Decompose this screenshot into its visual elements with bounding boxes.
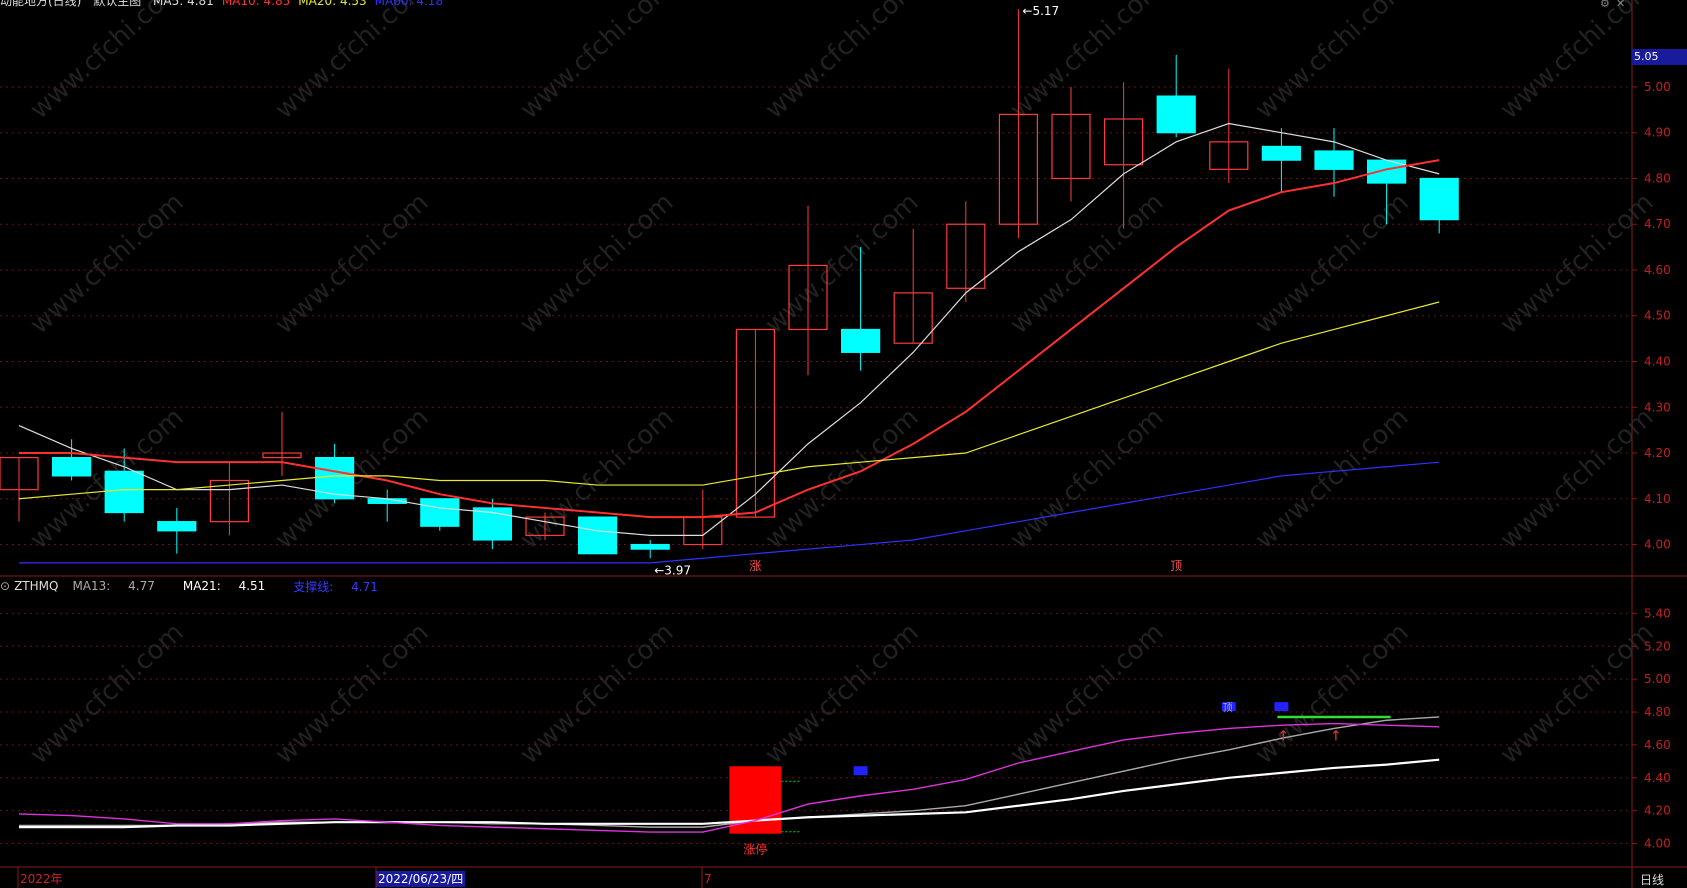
candle-body — [840, 328, 881, 353]
kline-chart[interactable]: 5.004.904.804.704.604.504.404.304.204.10… — [0, 0, 1687, 888]
watermark: www.cfchi.com — [25, 0, 190, 125]
candle-body — [630, 543, 670, 550]
ma-line-ma60 — [19, 461, 1440, 564]
candle-body — [577, 516, 618, 555]
watermark: www.cfchi.com — [1250, 617, 1415, 770]
ma21-legend: MA21: 4.51 — [183, 579, 279, 593]
watermark: www.cfchi.com — [760, 187, 925, 340]
candle-body — [104, 470, 144, 514]
time-axis-label: 7 — [704, 872, 712, 886]
stock-title: 动能地方(日线) — [0, 0, 82, 8]
sub-indicator-name[interactable]: ZTHMQ — [14, 579, 58, 593]
candle-body — [315, 457, 355, 500]
time-axis-label: 2022年 — [20, 872, 63, 886]
watermark: www.cfchi.com — [760, 402, 925, 555]
signal-marker: 顶 — [1170, 559, 1182, 573]
y-tick-label: 4.40 — [1644, 771, 1671, 785]
y-tick-label: 5.40 — [1644, 606, 1671, 620]
signal-block-label: 顶 — [1223, 702, 1233, 714]
watermark: www.cfchi.com — [1495, 187, 1660, 340]
ma21-label: MA21: — [182, 579, 221, 593]
y-tick-label: 4.40 — [1644, 355, 1671, 369]
candle-body — [1419, 177, 1459, 221]
y-tick-label: 4.00 — [1644, 837, 1671, 851]
y-tick-label: 4.90 — [1644, 126, 1671, 140]
price-annotation: ←3.97 — [654, 563, 691, 577]
y-tick-label: 4.20 — [1644, 446, 1671, 460]
period-label[interactable]: 日线 — [1640, 871, 1664, 888]
ma-line-ma5 — [18, 122, 1440, 536]
watermark: www.cfchi.com — [1250, 187, 1415, 340]
watermark: www.cfchi.com — [1250, 0, 1415, 125]
y-tick-label: 5.00 — [1644, 80, 1671, 94]
y-tick-label: 5.00 — [1644, 672, 1671, 686]
watermark: www.cfchi.com — [270, 0, 435, 125]
ma-legend-item: MA10: 4.85 — [221, 0, 291, 8]
watermark: www.cfchi.com — [1250, 402, 1415, 555]
current-price-tag: 5.05 — [1632, 49, 1687, 65]
watermark: www.cfchi.com — [270, 617, 435, 770]
y-tick-label: 4.50 — [1644, 309, 1671, 323]
sub-line-ma13 — [19, 716, 1440, 828]
candle-body — [420, 498, 460, 527]
bar-label: 涨停 — [743, 842, 767, 857]
sub-chart-header: ⊙ ZTHMQ MA13: 4.77 MA21: 4.51 支撑线: 4.71 — [0, 576, 406, 596]
watermark: www.cfchi.com — [515, 617, 680, 770]
ma-legend: MA5: 4.81 MA10: 4.85 MA20: 4.53 MA60: 4.18 — [153, 0, 451, 8]
watermark: www.cfchi.com — [760, 617, 925, 770]
ma-legend-item: MA5: 4.81 — [153, 0, 214, 8]
y-tick-label: 4.80 — [1644, 171, 1671, 185]
y-tick-label: 4.60 — [1644, 263, 1671, 277]
ma13-value: 4.77 — [128, 579, 155, 593]
time-axis-label: 2022/06/23/四 — [378, 872, 463, 886]
indicator-name[interactable]: 默认主图 — [93, 0, 141, 8]
watermark: www.cfchi.com — [25, 617, 190, 770]
y-tick-label: 4.10 — [1644, 492, 1671, 506]
signal-block — [853, 766, 868, 776]
ma-legend-item: MA20: 4.53 — [298, 0, 367, 8]
watermark: www.cfchi.com — [1005, 0, 1170, 125]
arrow-marker: ↑ — [1330, 729, 1342, 745]
watermark: www.cfchi.com — [515, 187, 680, 340]
ma-line-ma20 — [18, 301, 1440, 500]
price-annotation: ←5.17 — [1022, 4, 1059, 18]
support-value: 4.71 — [351, 579, 378, 594]
candle-body — [157, 521, 197, 532]
candle-body — [51, 457, 92, 477]
main-chart-header: 动能地方(日线) 默认主图 MA5: 4.81 MA10: 4.85 MA20: 4… — [0, 0, 459, 8]
watermark: www.cfchi.com — [760, 0, 925, 125]
arrow-marker: ↑ — [1277, 729, 1289, 745]
support-legend: 支撑线: 4.71 — [293, 578, 392, 595]
candle-body — [1156, 95, 1196, 134]
watermark: www.cfchi.com — [1495, 402, 1660, 555]
close-icon[interactable]: ✕ — [1616, 0, 1628, 10]
ma-line-ma10 — [19, 159, 1440, 519]
candle-body — [1261, 145, 1302, 161]
chevron-down-icon[interactable]: ⊙ — [0, 579, 10, 593]
ma13-label: MA13: — [72, 579, 111, 593]
support-label: 支撑线: — [293, 579, 334, 594]
ma21-value: 4.51 — [238, 579, 266, 593]
ma13-legend: MA13: 4.77 — [72, 579, 168, 593]
settings-icon[interactable]: ⚙ — [1600, 0, 1612, 10]
watermark: www.cfchi.com — [1495, 617, 1660, 770]
watermark: www.cfchi.com — [1005, 402, 1170, 555]
y-tick-label: 4.00 — [1644, 538, 1671, 552]
signal-marker: 涨 — [749, 558, 761, 573]
signal-block — [1274, 702, 1289, 712]
watermark: www.cfchi.com — [515, 0, 680, 125]
limit-up-bar — [729, 766, 782, 834]
ma-legend-item: MA60: 4.18 — [374, 0, 444, 8]
y-tick-label: 4.60 — [1644, 738, 1671, 752]
watermark: www.cfchi.com — [25, 187, 190, 340]
candle-body — [1314, 150, 1354, 170]
y-tick-label: 4.80 — [1644, 705, 1671, 719]
sub-line-ma21 — [19, 758, 1440, 829]
watermark: www.cfchi.com — [270, 187, 435, 340]
y-tick-label: 4.20 — [1644, 804, 1671, 818]
